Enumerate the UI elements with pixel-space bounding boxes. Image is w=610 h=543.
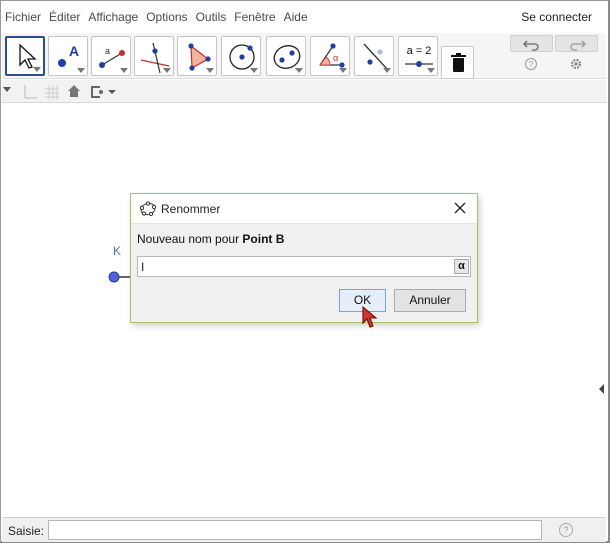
perpendicular-tool-button[interactable] (134, 36, 174, 76)
svg-text:?: ? (529, 60, 534, 69)
menu-bar: Fichier Éditer Affichage Options Outils … (2, 2, 606, 32)
dialog-title: Renommer (161, 202, 221, 216)
menu-outils[interactable]: Outils (193, 10, 230, 24)
undo-icon (523, 40, 539, 51)
slider-tool-button[interactable]: a = 2 (398, 36, 438, 76)
style-bar (2, 80, 606, 103)
input-bar-field[interactable] (48, 520, 542, 540)
menu-aide[interactable]: Aide (281, 10, 311, 24)
home-icon[interactable] (67, 84, 81, 98)
input-help-icon[interactable]: ? (559, 523, 573, 537)
menu-fichier[interactable]: Fichier (2, 10, 44, 24)
trash-icon (451, 53, 466, 72)
point-capture-icon[interactable] (88, 84, 118, 100)
menu-fenetre[interactable]: Fenêtre (231, 10, 278, 24)
tool-text: A (69, 43, 79, 59)
angle-tool-button[interactable]: α (310, 36, 350, 76)
menu-toggle-icon[interactable] (2, 84, 14, 96)
tool-text: α (333, 53, 338, 63)
tool-text: a = 2 (407, 45, 432, 57)
cancel-button[interactable]: Annuler (394, 289, 466, 312)
close-icon[interactable] (453, 201, 467, 215)
menu-affichage[interactable]: Affichage (85, 10, 141, 24)
collapse-panel-icon[interactable] (599, 384, 604, 394)
move-tool-button[interactable] (5, 36, 45, 76)
circle-tool-button[interactable] (221, 36, 261, 76)
dialog-prompt: Nouveau nom pour Point B (137, 232, 284, 246)
new-name-input[interactable] (137, 256, 471, 277)
segment-tool-button[interactable]: a (91, 36, 131, 76)
point-tool-button[interactable]: A (48, 36, 88, 76)
undo-button[interactable] (510, 35, 553, 52)
grid-icon[interactable] (44, 84, 60, 100)
input-bar-label: Saisie: (8, 524, 45, 538)
help-icon[interactable]: ? (524, 57, 538, 71)
dialog-titlebar: Renommer (131, 194, 477, 224)
point-label: K (113, 244, 122, 258)
redo-icon (570, 40, 586, 51)
symbol-picker-button[interactable]: α (454, 259, 469, 274)
menu-options[interactable]: Options (143, 10, 190, 24)
login-link[interactable]: Se connecter (521, 10, 592, 24)
toolbar: A a α a = 2 ? (2, 33, 606, 79)
prompt-prefix: Nouveau nom pour (137, 232, 243, 246)
reflect-tool-button[interactable] (354, 36, 394, 76)
app-window: Fichier Éditer Affichage Options Outils … (0, 0, 610, 543)
prompt-object-name: Point B (242, 232, 285, 246)
mouse-cursor-icon (362, 305, 378, 328)
polygon-tool-button[interactable] (177, 36, 217, 76)
delete-tool-button[interactable] (441, 46, 474, 79)
gear-icon[interactable] (569, 57, 583, 71)
rename-dialog: Renommer Nouveau nom pour Point B α OK A… (130, 193, 478, 323)
menu-editer[interactable]: Éditer (46, 10, 83, 24)
input-bar: Saisie: ? (2, 517, 606, 542)
ellipse-tool-button[interactable] (266, 36, 306, 76)
tool-text: a (105, 46, 110, 56)
axes-icon[interactable] (22, 84, 38, 100)
redo-button[interactable] (555, 35, 598, 52)
geogebra-logo-icon (139, 201, 157, 217)
